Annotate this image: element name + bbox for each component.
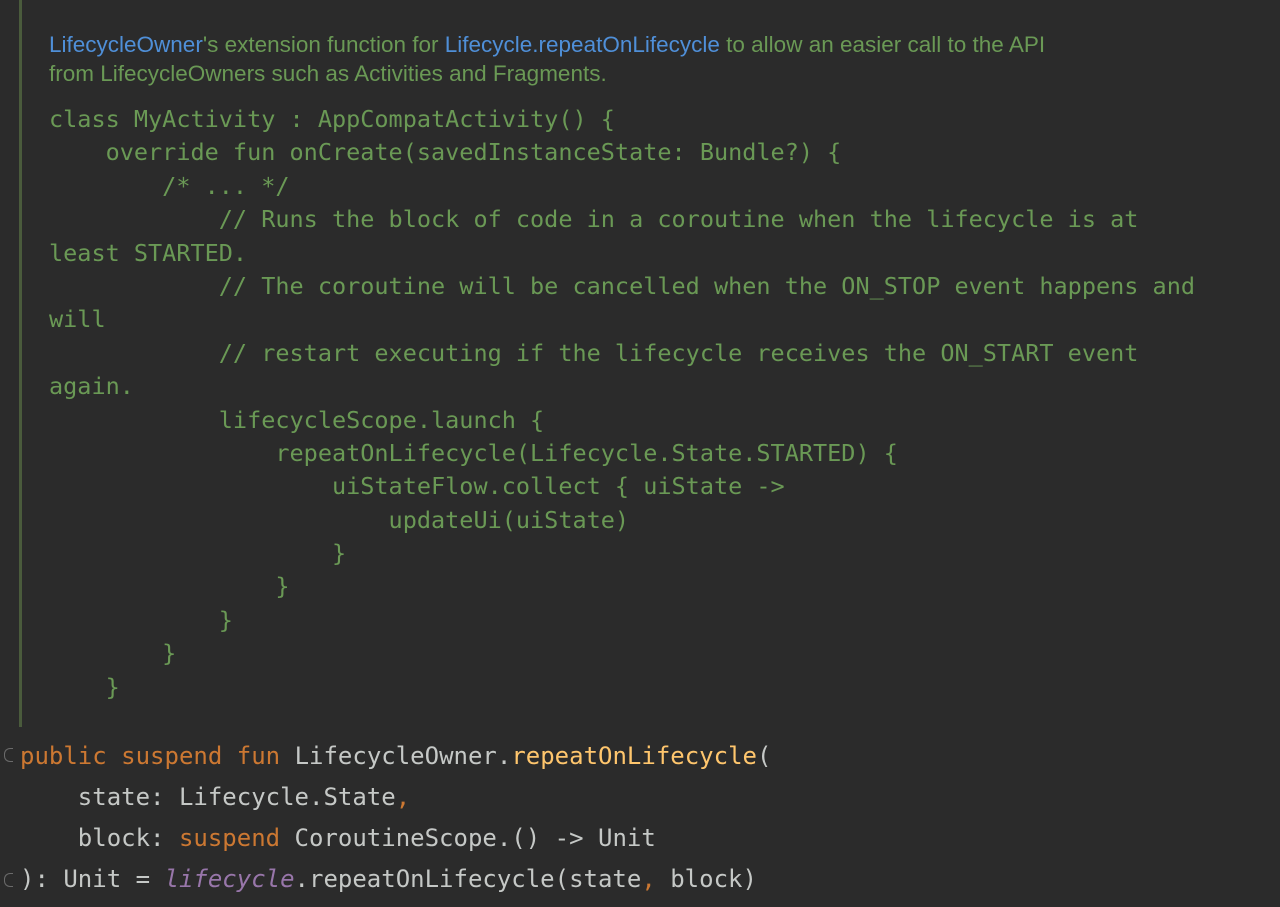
doc-code-line: again. — [49, 372, 134, 401]
call-expression: .repeatOnLifecycle(state — [294, 865, 642, 893]
doc-code-line: lifecycleScope.launch { — [49, 405, 545, 434]
doc-summary: LifecycleOwner's extension function for … — [49, 30, 1269, 88]
doc-code-line: } — [49, 539, 347, 568]
doc-code-line: /* ... */ — [49, 171, 290, 200]
code-editor[interactable]: LifecycleOwner's extension function for … — [0, 0, 1280, 907]
signature-line-2[interactable]: state: Lifecycle.State, — [0, 777, 771, 818]
doc-code-line: // restart executing if the lifecycle re… — [49, 338, 1139, 367]
doc-summary-line-2: from LifecycleOwners such as Activities … — [49, 61, 607, 86]
signature-line-1[interactable]: public suspend fun LifecycleOwner.repeat… — [0, 736, 771, 777]
rendered-doc-comment: LifecycleOwner's extension function for … — [19, 0, 1280, 727]
keyword-fun: fun — [236, 742, 281, 770]
doc-link-repeatonlifecycle[interactable]: Lifecycle.repeatOnLifecycle — [445, 32, 720, 57]
keyword-suspend: suspend — [178, 824, 281, 852]
doc-summary-line-1: LifecycleOwner's extension function for … — [49, 30, 1269, 59]
doc-link-lifecycleowner[interactable]: LifecycleOwner — [49, 32, 203, 57]
doc-code-line: uiStateFlow.collect { uiState -> — [49, 472, 785, 501]
open-paren: ( — [756, 742, 772, 770]
fold-close-icon[interactable] — [4, 873, 13, 887]
lifecycle-property: lifecycle — [164, 865, 295, 893]
param-block-type: CoroutineScope.() -> Unit — [280, 824, 656, 852]
doc-code-line: // The coroutine will be cancelled when … — [49, 271, 1196, 300]
receiver-type: LifecycleOwner. — [294, 742, 512, 770]
doc-summary-text: 's extension function for — [202, 32, 445, 57]
doc-code-line: will — [49, 305, 106, 334]
keyword-suspend: suspend — [121, 742, 223, 770]
function-name: repeatOnLifecycle — [511, 742, 757, 770]
param-state-name: state: — [77, 783, 179, 811]
doc-summary-text: to allow an easier call to the API — [719, 32, 1046, 57]
doc-code-line: repeatOnLifecycle(Lifecycle.State.STARTE… — [49, 438, 898, 467]
doc-code-line: } — [49, 605, 233, 634]
param-state-type: Lifecycle.State — [178, 783, 396, 811]
doc-code-line: updateUi(uiState) — [49, 505, 630, 534]
doc-code-sample: class MyActivity : AppCompatActivity() {… — [49, 103, 1195, 704]
doc-code-line: // Runs the block of code in a coroutine… — [49, 205, 1139, 234]
doc-code-line: } — [49, 572, 290, 601]
function-signature[interactable]: public suspend fun LifecycleOwner.repeat… — [0, 736, 771, 900]
comma: , — [641, 865, 656, 893]
return-type: ): Unit = — [20, 865, 165, 893]
doc-code-line: } — [49, 639, 177, 668]
call-expression-end: block) — [655, 865, 757, 893]
doc-code-line: } — [49, 672, 120, 701]
doc-code-line: class MyActivity : AppCompatActivity() { — [49, 105, 615, 133]
doc-code-line: least STARTED. — [49, 238, 248, 267]
signature-line-3[interactable]: block: suspend CoroutineScope.() -> Unit — [0, 818, 771, 859]
keyword-public: public — [20, 742, 107, 770]
comma: , — [395, 783, 411, 811]
signature-line-4[interactable]: ): Unit = lifecycle.repeatOnLifecycle(st… — [0, 859, 771, 900]
fold-open-icon[interactable] — [4, 748, 13, 762]
doc-code-line: override fun onCreate(savedInstanceState… — [49, 138, 842, 167]
param-block-name: block: — [77, 824, 179, 852]
